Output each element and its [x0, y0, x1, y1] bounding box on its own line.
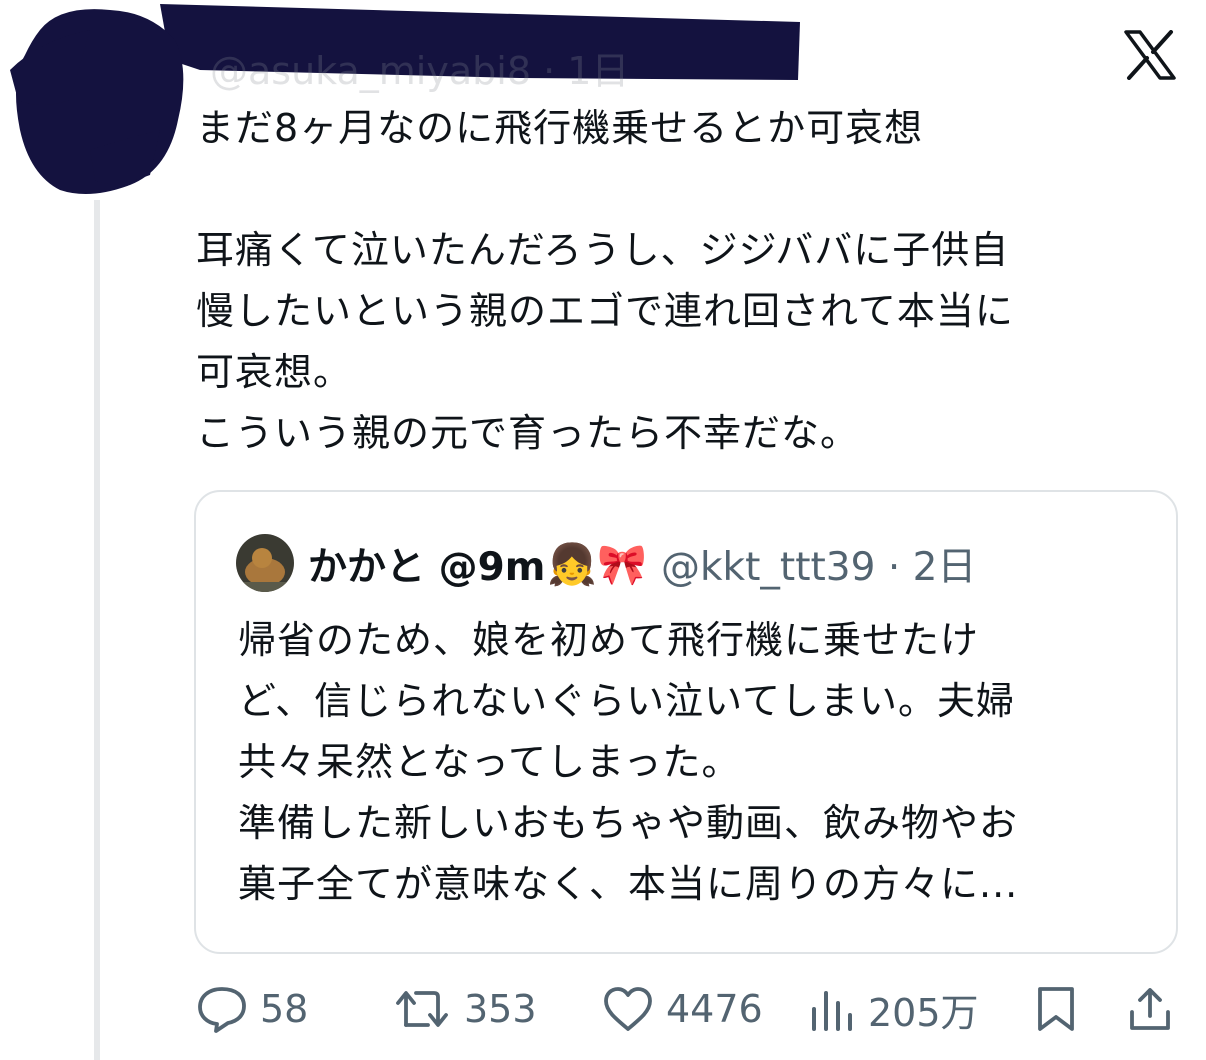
views-icon	[812, 991, 852, 1031]
retweet-button[interactable]: 353	[394, 984, 537, 1034]
tweet-line: まだ8ヶ月なのに飛行機乗せるとか可哀想	[196, 106, 924, 150]
share-icon	[1130, 988, 1170, 1030]
retweet-count: 353	[464, 987, 537, 1031]
quoted-line: 準備した新しいおもちゃや動画、飲み物やお	[238, 801, 1019, 845]
tweet-line: こういう親の元で育ったら不幸だな。	[196, 411, 860, 455]
views-count: 205万	[868, 990, 979, 1035]
bookmark-button[interactable]	[1034, 984, 1078, 1034]
quoted-name-emoji: 👧🎀	[547, 541, 647, 588]
tweet-text: まだ8ヶ月なのに飛行機乗せるとか可哀想 耳痛くて泣いたんだろうし、ジジババに子供…	[196, 98, 1156, 464]
quoted-handle-timestamp: @kkt_ttt39 · 2日	[660, 545, 977, 590]
quoted-line: ど、信じられないぐらい泣いてしまい。夫婦	[238, 679, 1015, 723]
like-count: 4476	[666, 987, 763, 1031]
views-button[interactable]: 205万	[808, 984, 979, 1035]
quoted-line: 共々呆然となってしまった。	[238, 740, 741, 784]
quoted-display-name[interactable]: かかと @9m	[308, 536, 545, 592]
reply-button[interactable]: 58	[196, 984, 308, 1034]
share-button[interactable]	[1126, 984, 1174, 1034]
tweet-line: 可哀想。	[196, 350, 353, 394]
quoted-header: かかと @9m 👧🎀 @kkt_ttt39 · 2日	[308, 536, 976, 592]
quoted-line: 帰省のため、娘を初めて飛行機に乗せたけ	[238, 618, 980, 662]
tweet-line: 慢したいという親のエゴで連れ回されて本当に	[196, 289, 1014, 333]
like-icon	[604, 987, 652, 1031]
reply-count: 58	[260, 987, 309, 1031]
retweet-icon	[396, 991, 448, 1027]
quoted-avatar[interactable]	[236, 534, 294, 592]
quoted-tweet-card[interactable]: かかと @9m 👧🎀 @kkt_ttt39 · 2日 帰省のため、娘を初めて飛行…	[194, 490, 1178, 954]
thread-line	[94, 200, 100, 1060]
reply-icon	[198, 987, 246, 1033]
tweet-line: 耳痛くて泣いたんだろうし、ジジババに子供自	[196, 228, 1010, 272]
quoted-text: 帰省のため、娘を初めて飛行機に乗せたけ ど、信じられないぐらい泣いてしまい。夫婦…	[238, 610, 1158, 915]
action-bar: 58 353 4476 205万	[196, 984, 1180, 1035]
bookmark-icon	[1038, 987, 1074, 1031]
author-handle-timestamp: @asuka_miyabi8 · 1日	[210, 49, 630, 93]
like-button[interactable]: 4476	[602, 984, 763, 1034]
quoted-line: 菓子全てが意味なく、本当に周りの方々に...	[238, 862, 1019, 906]
x-logo-icon	[1124, 30, 1176, 80]
